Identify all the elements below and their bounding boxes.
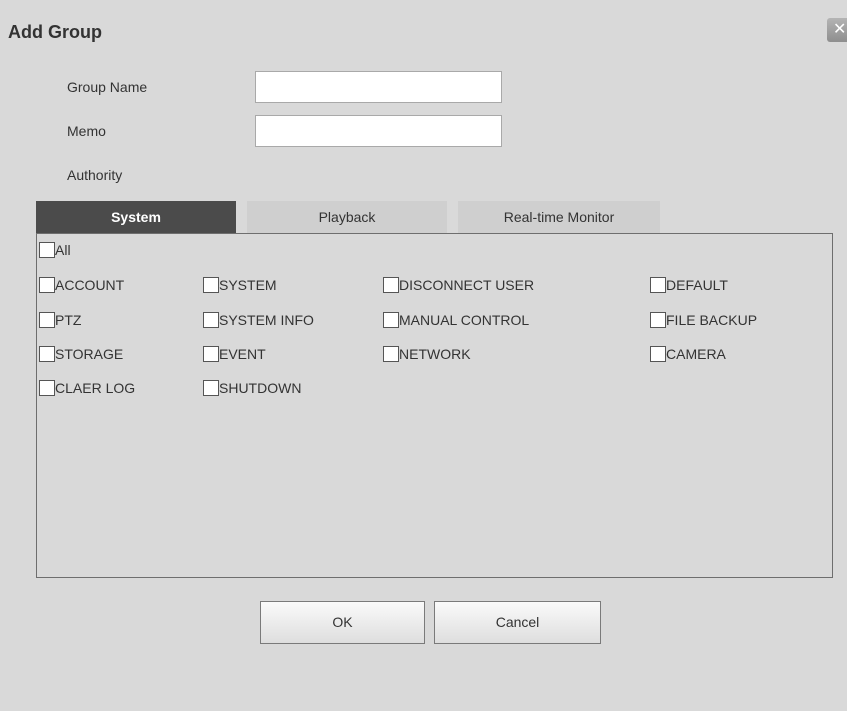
title-bar: Add Group ✕: [0, 0, 847, 50]
permission-label: DEFAULT: [666, 277, 728, 293]
permission-label: SYSTEM INFO: [219, 312, 314, 328]
memo-label: Memo: [67, 123, 106, 139]
tab-playback[interactable]: Playback: [247, 201, 447, 233]
tab-system[interactable]: System: [36, 201, 236, 233]
group-name-label: Group Name: [67, 79, 148, 95]
memo-input[interactable]: [255, 115, 502, 147]
close-button[interactable]: ✕: [827, 18, 847, 42]
checkbox[interactable]: [39, 242, 55, 258]
checkbox[interactable]: [203, 277, 219, 293]
permission-file-backup[interactable]: FILE BACKUP: [650, 310, 757, 330]
permission-label: All: [55, 242, 71, 258]
permission-ptz[interactable]: PTZ: [39, 310, 81, 330]
checkbox[interactable]: [39, 380, 55, 396]
checkbox[interactable]: [203, 312, 219, 328]
permission-system-info[interactable]: SYSTEM INFO: [203, 310, 314, 330]
checkbox[interactable]: [203, 380, 219, 396]
checkbox[interactable]: [383, 277, 399, 293]
group-name-input[interactable]: [255, 71, 502, 103]
permission-label: CLAER LOG: [55, 380, 136, 396]
permission-label: STORAGE: [55, 346, 124, 362]
cancel-button[interactable]: Cancel: [434, 601, 601, 644]
permission-storage[interactable]: STORAGE: [39, 344, 123, 364]
permission-label: CAMERA: [666, 346, 726, 362]
dialog-title: Add Group: [8, 22, 102, 42]
checkbox[interactable]: [383, 346, 399, 362]
permission-shutdown[interactable]: SHUTDOWN: [203, 378, 301, 398]
permission-label: MANUAL CONTROL: [399, 312, 530, 328]
permission-event[interactable]: EVENT: [203, 344, 266, 364]
permissions-panel: All ACCOUNT SYSTEM DISCONNECT USER DEFAU…: [36, 233, 833, 578]
authority-label: Authority: [67, 167, 123, 183]
permission-label: SYSTEM: [219, 277, 277, 293]
close-icon: ✕: [833, 21, 847, 38]
checkbox[interactable]: [383, 312, 399, 328]
permission-label: FILE BACKUP: [666, 312, 758, 328]
permission-label: EVENT: [219, 346, 266, 362]
permission-label: PTZ: [55, 312, 82, 328]
permission-camera[interactable]: CAMERA: [650, 344, 726, 364]
permission-disconnect-user[interactable]: DISCONNECT USER: [383, 275, 534, 295]
ok-button[interactable]: OK: [260, 601, 425, 644]
checkbox[interactable]: [650, 346, 666, 362]
checkbox[interactable]: [203, 346, 219, 362]
permission-account[interactable]: ACCOUNT: [39, 275, 124, 295]
permission-label: SHUTDOWN: [219, 380, 302, 396]
permission-system[interactable]: SYSTEM: [203, 275, 277, 295]
checkbox[interactable]: [650, 312, 666, 328]
checkbox[interactable]: [39, 277, 55, 293]
checkbox[interactable]: [39, 312, 55, 328]
permission-label: NETWORK: [399, 346, 471, 362]
permission-claer-log[interactable]: CLAER LOG: [39, 378, 135, 398]
permission-all[interactable]: All: [39, 240, 71, 260]
checkbox[interactable]: [39, 346, 55, 362]
permission-default[interactable]: DEFAULT: [650, 275, 728, 295]
tab-real-time-monitor[interactable]: Real-time Monitor: [458, 201, 660, 233]
permission-manual-control[interactable]: MANUAL CONTROL: [383, 310, 529, 330]
permission-network[interactable]: NETWORK: [383, 344, 471, 364]
permission-label: DISCONNECT USER: [399, 277, 535, 293]
add-group-dialog: Add Group ✕ Group Name Memo Authority Sy…: [0, 0, 847, 711]
checkbox[interactable]: [650, 277, 666, 293]
permission-label: ACCOUNT: [55, 277, 125, 293]
